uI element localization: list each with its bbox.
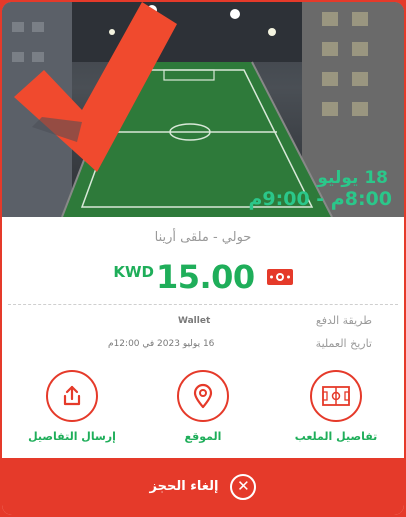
send-details-button[interactable]: إرسال التفاصيل <box>22 370 122 443</box>
share-circle[interactable] <box>46 370 98 422</box>
stadium-photo: 18 يوليو 8:00م - 9:00م <box>2 2 404 217</box>
transaction-date-label: تاريخ العملية <box>315 337 372 350</box>
payment-method-label: طريقة الدفع <box>315 314 372 327</box>
location-button[interactable]: الموقع <box>153 370 253 443</box>
payment-method-row: Wallet طريقة الدفع <box>2 314 404 332</box>
booking-time: 8:00م - 9:00م <box>248 188 392 210</box>
cancel-booking-label: إلغاء الحجز <box>149 479 219 494</box>
location-circle[interactable] <box>177 370 229 422</box>
location-label: الموقع <box>184 430 222 443</box>
cash-icon <box>266 269 293 285</box>
dashed-divider <box>8 304 398 305</box>
stadium-icon <box>322 386 350 406</box>
transaction-date-value: 16 يوليو 2023 في 12:00م <box>108 339 215 349</box>
share-upload-icon <box>63 385 81 406</box>
payment-method-value: Wallet <box>178 316 211 326</box>
transaction-date-row: 16 يوليو 2023 في 12:00م تاريخ العملية <box>2 337 404 355</box>
field-circle[interactable] <box>310 370 362 422</box>
cancel-booking-button[interactable]: إلغاء الحجز ✕ <box>2 458 404 515</box>
currency-label: KWD <box>113 263 154 281</box>
booking-date: 18 يوليو <box>317 168 388 188</box>
field-details-button[interactable]: تفاصيل الملعب <box>286 370 386 443</box>
booking-card: 18 يوليو 8:00م - 9:00م حولي - ملقى أرينا… <box>2 2 404 515</box>
venue-name: حولي - ملقى أرينا <box>154 230 252 245</box>
field-details-label: تفاصيل الملعب <box>294 430 378 443</box>
close-circle-icon: ✕ <box>230 473 257 500</box>
amount-value: 15.00 <box>155 258 255 296</box>
amount-row: KWD 15.00 <box>2 257 404 297</box>
send-details-label: إرسال التفاصيل <box>28 430 116 443</box>
map-pin-icon <box>193 383 213 409</box>
